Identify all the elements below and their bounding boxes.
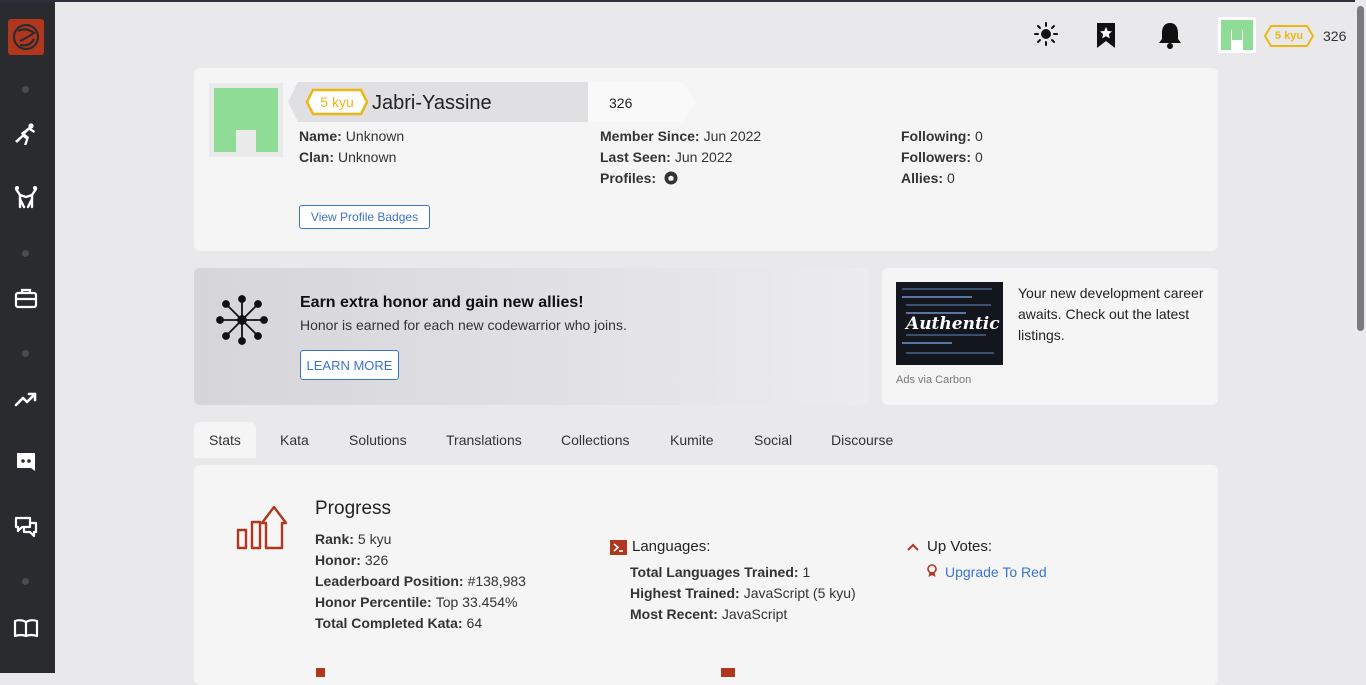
tab-discourse[interactable]: Discourse	[816, 422, 908, 458]
info-row-clan: Clan: Unknown	[299, 149, 397, 165]
bell-icon[interactable]	[1156, 20, 1184, 50]
ad-image[interactable]: Authentic	[896, 282, 1003, 365]
carbon-ad: Authentic Your new development career aw…	[882, 268, 1218, 405]
logo-icon	[12, 23, 40, 51]
promo-title: Earn extra honor and gain new allies!	[300, 294, 584, 311]
learn-more-button[interactable]: LEARN MORE	[300, 350, 399, 380]
training-icon[interactable]	[13, 121, 39, 147]
progress-row-honor: Honor: 326	[315, 552, 389, 568]
stats-panel: Progress Rank: 5 kyu Honor: 326 Leaderboar…	[194, 465, 1218, 685]
tab-kumite[interactable]: Kumite	[655, 422, 729, 458]
languages-row-total: Total Languages Trained: 1	[630, 564, 811, 580]
svg-text:Authentic: Authentic	[904, 314, 1000, 334]
header-rank-label: 5 kyu	[1274, 30, 1304, 42]
progress-chart-icon	[236, 505, 288, 550]
info-row-allies: Allies: 0	[901, 170, 955, 186]
profile-honor: 326	[609, 95, 633, 111]
tab-social[interactable]: Social	[739, 422, 807, 458]
user-avatar[interactable]	[1218, 17, 1256, 53]
scrollbar-thumb[interactable]	[1357, 6, 1364, 331]
award-ribbon-icon	[927, 564, 937, 577]
tab-collections[interactable]: Collections	[546, 422, 644, 458]
sidebar-divider-dot	[22, 86, 29, 93]
discord-icon[interactable]	[13, 449, 39, 475]
progress-title: Progress	[315, 498, 392, 519]
profile-card: 5 kyu Jabri-Yassine 326 Name: Unknown Cla…	[194, 68, 1218, 251]
chevron-up-icon	[907, 543, 919, 551]
sidebar-divider-dot	[22, 578, 29, 585]
languages-row-highest: Highest Trained: JavaScript (5 kyu)	[630, 585, 856, 601]
upvotes-title: Up Votes:	[927, 538, 993, 555]
terminal-icon	[610, 540, 627, 555]
sidebar	[0, 2, 55, 673]
info-row-profiles: Profiles:	[600, 168, 761, 189]
info-row-followers: Followers: 0	[901, 149, 983, 165]
progress-row-leaderboard: Leaderboard Position: #138,983	[315, 573, 526, 589]
honor-band-tip	[682, 82, 696, 122]
info-row-member-since: Member Since: Jun 2022	[600, 128, 762, 144]
ad-credit[interactable]: Ads via Carbon	[896, 374, 971, 386]
info-row-name: Name: Unknown	[299, 128, 405, 144]
languages-list: Total Languages Trained: 1 Highest Traine…	[630, 562, 856, 625]
page-scrollbar[interactable]	[1355, 0, 1366, 673]
progress-row-percentile: Honor Percentile: Top 33.454%	[315, 594, 518, 610]
leaderboard-icon[interactable]	[13, 386, 39, 412]
top-border	[0, 0, 1366, 2]
header-rank-badge[interactable]: 5 kyu	[1264, 24, 1314, 48]
languages-title: Languages:	[632, 538, 711, 555]
tab-solutions[interactable]: Solutions	[334, 422, 422, 458]
name-band-tip	[288, 82, 298, 122]
languages-row-recent: Most Recent: JavaScript	[630, 606, 788, 622]
progress-row-completed: Total Completed Kata: 64	[315, 615, 483, 629]
profile-info-col3: Following: 0 Followers: 0 Allies: 0	[901, 126, 983, 189]
info-row-last-seen: Last Seen: Jun 2022	[600, 149, 733, 165]
ad-text[interactable]: Your new development career awaits. Chec…	[1018, 283, 1208, 346]
sun-icon[interactable]	[1032, 20, 1060, 50]
promo-subtitle: Honor is earned for each new codewarrior…	[300, 317, 627, 333]
github-icon[interactable]	[664, 171, 678, 185]
network-icon	[216, 295, 268, 345]
progress-row-rank: Rank: 5 kyu	[315, 531, 392, 547]
honor-band	[588, 82, 682, 122]
codewars-logo[interactable]	[8, 19, 44, 55]
upgrade-link[interactable]: Upgrade To Red	[945, 562, 1047, 583]
view-badges-button[interactable]: View Profile Badges	[299, 205, 430, 229]
sidebar-divider-dot	[22, 350, 29, 357]
profile-avatar	[209, 83, 283, 157]
docs-icon[interactable]	[13, 615, 39, 641]
practice-icon[interactable]	[13, 185, 39, 211]
profile-rank-label: 5 kyu	[320, 94, 354, 110]
bookmark-star-icon[interactable]	[1093, 20, 1121, 50]
profile-info-col1: Name: Unknown Clan: Unknown	[299, 126, 404, 168]
tab-kata[interactable]: Kata	[265, 422, 324, 458]
sidebar-divider-dot	[22, 250, 29, 257]
progress-list: Rank: 5 kyu Honor: 326 Leaderboard Positio…	[315, 529, 526, 629]
jobs-icon[interactable]	[13, 285, 39, 311]
profile-username: Jabri-Yassine	[372, 92, 492, 114]
profile-info-col2: Member Since: Jun 2022 Last Seen: Jun 2022…	[600, 126, 761, 189]
info-row-following: Following: 0	[901, 128, 983, 144]
tab-stats[interactable]: Stats	[194, 422, 256, 458]
referral-promo: Earn extra honor and gain new allies! Ho…	[194, 268, 870, 405]
chat-icon[interactable]	[13, 514, 39, 540]
profile-rank-badge: 5 kyu	[305, 88, 369, 116]
header-honor: 326	[1323, 28, 1347, 44]
tab-translations[interactable]: Translations	[431, 422, 537, 458]
